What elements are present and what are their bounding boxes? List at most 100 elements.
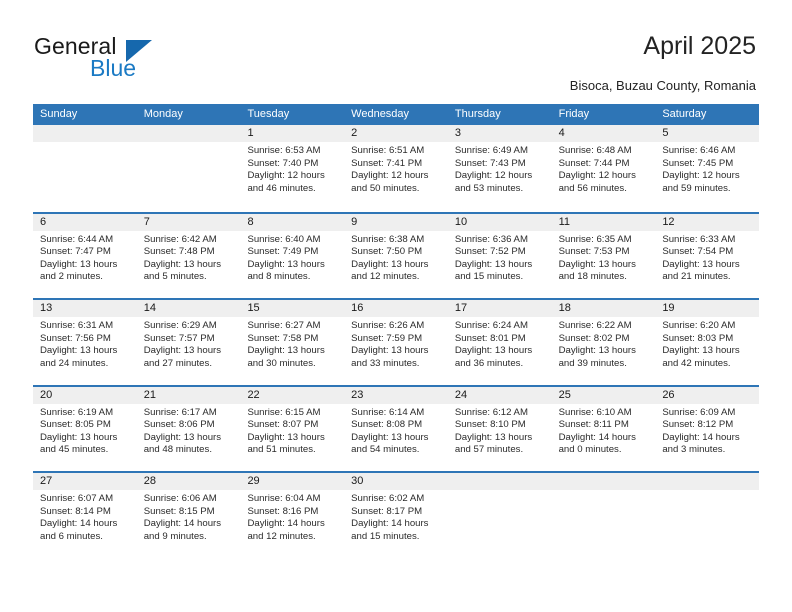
sunrise-time: Sunrise: 6:53 AM [247,145,321,156]
day-number: 13 [33,300,137,317]
daylight-duration-line2: and 42 minutes. [662,357,731,369]
daylight-duration-line1: Daylight: 13 hours [351,345,429,357]
day-number [655,473,760,490]
calendar-day-cell[interactable]: 23 Sunrise: 6:14 AM Sunset: 8:08 PM Dayligh… [344,386,448,471]
daylight-duration-line2: and 48 minutes. [143,444,212,456]
sunset-time: Sunset: 8:02 PM [558,332,630,344]
daylight-duration-line2: and 50 minutes. [351,182,420,194]
calendar-day-cell[interactable]: 9 Sunrise: 6:38 AM Sunset: 7:50 PM Daylight… [344,213,448,298]
weekday-header-wednesday: Wednesday [351,108,410,120]
general-blue-logo[interactable]: General Blue [34,33,214,85]
daylight-duration-line1: Daylight: 13 hours [143,431,222,443]
day-number: 7 [136,213,241,231]
sunrise-time: Sunrise: 6:09 AM [662,406,736,418]
calendar-day-cell[interactable]: 30 Sunrise: 6:02 AM Sunset: 8:17 PM Dayligh… [344,473,448,558]
calendar-day-cell[interactable]: 6 Sunrise: 6:44 AM Sunset: 7:47 PM Daylight… [33,213,137,298]
daylight-duration-line2: and 24 minutes. [40,357,109,369]
page-title: April 2025 [643,32,756,60]
daylight-duration-line2: and 33 minutes. [351,357,420,369]
day-number: 4 [551,125,656,142]
calendar-day-cell[interactable]: 29 Sunrise: 6:04 AM Sunset: 8:16 PM Dayligh… [240,473,345,558]
day-number: 24 [447,386,552,404]
calendar-day-cell[interactable]: 24 Sunrise: 6:12 AM Sunset: 8:10 PM Dayligh… [447,386,552,471]
calendar-day-cell[interactable]: 11 Sunrise: 6:35 AM Sunset: 7:53 PM Dayligh… [551,213,656,298]
sunset-time: Sunset: 7:54 PM [662,246,734,258]
calendar-day-cell[interactable]: 18 Sunrise: 6:22 AM Sunset: 8:02 PM Dayligh… [551,300,656,385]
calendar-day-cell[interactable]: 28 Sunrise: 6:06 AM Sunset: 8:15 PM Dayligh… [136,473,241,558]
calendar-day-cell[interactable]: 4 Sunrise: 6:48 AM Sunset: 7:44 PM Daylight… [551,125,656,212]
daylight-duration-line2: and 30 minutes. [247,357,316,369]
day-sun-details: Sunrise: 6:10 AM Sunset: 8:11 PM Daylight:… [552,404,656,457]
weekday-header-tuesday: Tuesday [247,108,290,120]
calendar-day-cell[interactable]: 7 Sunrise: 6:42 AM Sunset: 7:48 PM Daylight… [136,213,241,298]
day-sun-details: Sunrise: 6:27 AM Sunset: 7:58 PM Daylight:… [240,317,344,370]
daylight-duration-line1: Daylight: 13 hours [454,258,533,270]
calendar-day-cell[interactable]: 5 Sunrise: 6:46 AM Sunset: 7:45 PM Daylight… [655,125,760,212]
calendar-day-cell[interactable]: 22 Sunrise: 6:15 AM Sunset: 8:07 PM Dayligh… [240,386,345,471]
daylight-duration-line1: Daylight: 14 hours [662,431,740,443]
day-sun-details: Sunrise: 6:40 AM Sunset: 7:49 PM Daylight:… [240,231,344,284]
weekday-header-thursday: Thursday [454,108,501,120]
calendar-day-cell[interactable]: 13 Sunrise: 6:31 AM Sunset: 7:56 PM Dayligh… [33,300,137,385]
sunset-time: Sunset: 7:59 PM [351,332,423,344]
daylight-duration-line2: and 56 minutes. [558,182,627,194]
daylight-duration-line2: and 59 minutes. [662,182,731,194]
daylight-duration-line1: Daylight: 13 hours [454,345,533,357]
calendar-day-cell[interactable]: 19 Sunrise: 6:20 AM Sunset: 8:03 PM Dayligh… [655,300,760,385]
calendar-day-cell[interactable]: 17 Sunrise: 6:24 AM Sunset: 8:01 PM Dayligh… [447,300,552,385]
calendar-week-row: 6 Sunrise: 6:44 AM Sunset: 7:47 PM Daylight… [33,211,760,298]
calendar-day-cell[interactable]: 16 Sunrise: 6:26 AM Sunset: 7:59 PM Dayligh… [344,300,448,385]
calendar-day-cell[interactable]: 21 Sunrise: 6:17 AM Sunset: 8:06 PM Dayligh… [136,386,241,471]
day-number [447,473,552,490]
daylight-duration-line2: and 18 minutes. [558,271,627,283]
day-number [551,473,656,490]
daylight-duration-line1: Daylight: 13 hours [558,345,636,357]
day-number: 6 [33,213,137,231]
day-sun-details: Sunrise: 6:26 AM Sunset: 7:59 PM Daylight:… [344,317,448,370]
calendar-day-cell[interactable]: 26 Sunrise: 6:09 AM Sunset: 8:12 PM Dayligh… [655,386,760,471]
daylight-duration-line2: and 57 minutes. [454,444,524,456]
sunrise-time: Sunrise: 6:36 AM [454,233,528,245]
sunrise-time: Sunrise: 6:31 AM [40,320,114,331]
day-number: 10 [447,213,552,231]
sunrise-time: Sunrise: 6:26 AM [351,320,425,331]
calendar-day-cell[interactable]: 8 Sunrise: 6:40 AM Sunset: 7:49 PM Daylight… [240,213,345,298]
sunset-time: Sunset: 8:14 PM [40,505,111,517]
daylight-duration-line1: Daylight: 12 hours [454,170,533,182]
daylight-duration-line2: and 39 minutes. [558,357,627,369]
day-sun-details: Sunrise: 6:31 AM Sunset: 7:56 PM Daylight:… [33,317,137,370]
day-sun-details: Sunrise: 6:07 AM Sunset: 8:14 PM Daylight:… [33,490,137,543]
day-number: 26 [655,386,760,404]
sunrise-time: Sunrise: 6:07 AM [40,493,114,504]
daylight-duration-line2: and 21 minutes. [662,271,731,283]
daylight-duration-line1: Daylight: 14 hours [247,518,325,530]
daylight-duration-line1: Daylight: 14 hours [351,518,429,530]
sunrise-time: Sunrise: 6:40 AM [247,233,321,245]
sunrise-time: Sunrise: 6:15 AM [247,406,321,418]
weekday-header-sunday: Sunday [40,108,78,120]
day-sun-details: Sunrise: 6:22 AM Sunset: 8:02 PM Daylight:… [552,317,656,370]
day-sun-details: Sunrise: 6:33 AM Sunset: 7:54 PM Daylight:… [655,231,759,284]
calendar-day-cell[interactable]: 15 Sunrise: 6:27 AM Sunset: 7:58 PM Dayligh… [240,300,345,385]
calendar-day-cell[interactable]: 2 Sunrise: 6:51 AM Sunset: 7:41 PM Daylight… [344,125,448,212]
daylight-duration-line1: Daylight: 13 hours [143,258,222,270]
sunrise-time: Sunrise: 6:48 AM [558,145,632,156]
calendar-day-cell[interactable]: 25 Sunrise: 6:10 AM Sunset: 8:11 PM Dayligh… [551,386,656,471]
day-number: 5 [655,125,760,142]
daylight-duration-line2: and 12 minutes. [247,530,316,542]
calendar-day-cell[interactable]: 10 Sunrise: 6:36 AM Sunset: 7:52 PM Dayligh… [447,213,552,298]
calendar-day-cell[interactable]: 12 Sunrise: 6:33 AM Sunset: 7:54 PM Dayligh… [655,213,760,298]
day-sun-details: Sunrise: 6:46 AM Sunset: 7:45 PM Daylight:… [655,142,759,195]
sunset-time: Sunset: 7:52 PM [454,246,526,258]
day-sun-details: Sunrise: 6:14 AM Sunset: 8:08 PM Daylight:… [344,404,448,457]
calendar-day-cell[interactable]: 1 Sunrise: 6:53 AM Sunset: 7:40 PM Daylight… [240,125,345,212]
daylight-duration-line2: and 53 minutes. [454,182,524,194]
daylight-duration-line1: Daylight: 13 hours [247,345,325,357]
calendar-day-cell[interactable]: 14 Sunrise: 6:29 AM Sunset: 7:57 PM Dayligh… [136,300,241,385]
calendar-day-cell[interactable]: 20 Sunrise: 6:19 AM Sunset: 8:05 PM Dayligh… [33,386,137,471]
sunrise-time: Sunrise: 6:38 AM [351,233,425,245]
day-sun-details: Sunrise: 6:24 AM Sunset: 8:01 PM Daylight:… [448,317,552,370]
calendar-day-cell[interactable]: 3 Sunrise: 6:49 AM Sunset: 7:43 PM Daylight… [447,125,552,212]
calendar-day-cell[interactable]: 27 Sunrise: 6:07 AM Sunset: 8:14 PM Dayligh… [33,473,137,558]
weekday-header-friday: Friday [558,108,590,120]
